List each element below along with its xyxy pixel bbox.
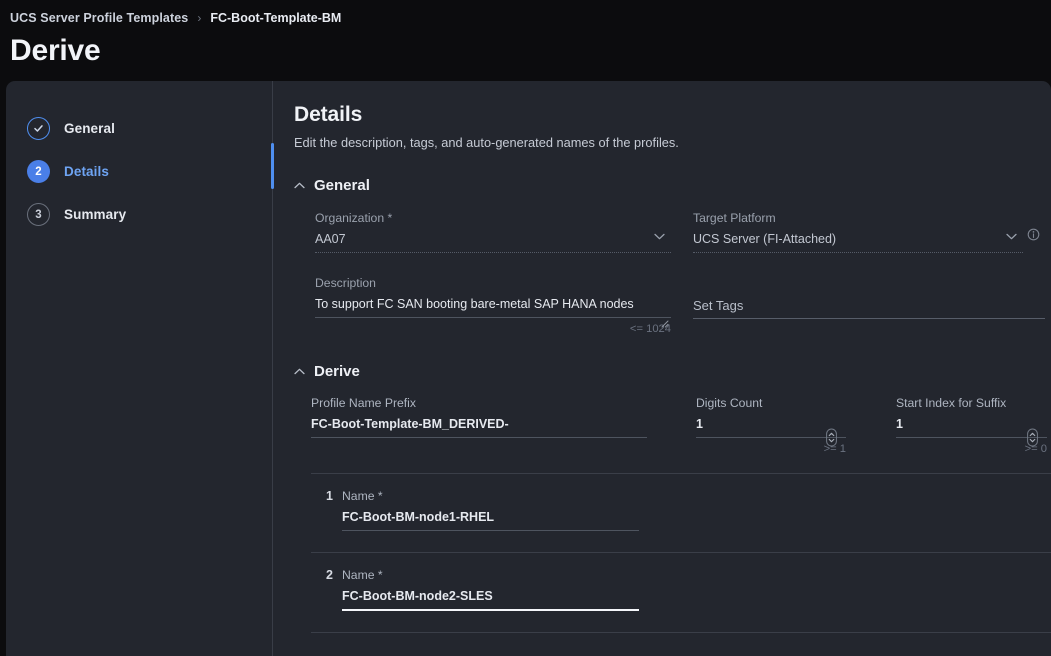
- profile-name-prefix-underline: [311, 437, 647, 438]
- chevron-right-icon: ›: [197, 11, 202, 25]
- profile-name-row: 2 Name * FC-Boot-BM-node2-SLES: [311, 553, 1051, 611]
- set-tags-underline: [693, 318, 1045, 319]
- wizard-step-label-general: General: [64, 121, 115, 136]
- description-underline: [315, 317, 671, 318]
- organization-label: Organization *: [315, 211, 393, 225]
- digits-count-field[interactable]: Digits Count 1 >= 1: [696, 395, 846, 456]
- breadcrumb-parent-link[interactable]: UCS Server Profile Templates: [10, 11, 188, 25]
- start-index-value: 1: [896, 417, 903, 431]
- details-subtitle: Edit the description, tags, and auto-gen…: [294, 135, 679, 150]
- profile-name-label: Name *: [342, 489, 383, 503]
- set-tags-field[interactable]: Set Tags: [693, 275, 1045, 336]
- wizard-steps-sidebar: General 2 Details 3 Summary: [6, 81, 274, 656]
- profile-name-value: FC-Boot-BM-node2-SLES: [342, 589, 493, 603]
- step-number-badge-2: 2: [27, 160, 50, 183]
- profile-name-row: 1 Name * FC-Boot-BM-node1-RHEL: [311, 474, 1051, 531]
- wizard-step-label-details: Details: [64, 164, 109, 179]
- info-icon[interactable]: [1027, 228, 1040, 246]
- organization-field[interactable]: Organization * AA07: [315, 210, 671, 253]
- description-label: Description: [315, 276, 376, 290]
- number-stepper-icon[interactable]: [1026, 428, 1039, 452]
- description-value: To support FC SAN booting bare-metal SAP…: [315, 297, 634, 311]
- description-field[interactable]: Description To support FC SAN booting ba…: [315, 275, 671, 336]
- derive-section-toggle[interactable]: Derive: [294, 362, 1051, 380]
- profile-name-prefix-label: Profile Name Prefix: [311, 396, 416, 410]
- chevron-up-icon: [294, 176, 305, 194]
- target-platform-underline: [693, 252, 1023, 253]
- resize-handle-icon[interactable]: [659, 315, 669, 333]
- target-platform-value: UCS Server (FI-Attached): [693, 232, 837, 246]
- start-index-hint: >= 0: [1024, 443, 1047, 455]
- page-header: UCS Server Profile Templates › FC-Boot-T…: [0, 0, 1051, 72]
- page-title: Derive: [10, 34, 101, 67]
- start-index-field[interactable]: Start Index for Suffix 1 >= 0: [896, 395, 1047, 456]
- details-pane: Details Edit the description, tags, and …: [273, 81, 1051, 656]
- chevron-down-icon[interactable]: [654, 227, 665, 245]
- profile-row-divider: [311, 632, 1051, 633]
- profile-name-prefix-field[interactable]: Profile Name Prefix FC-Boot-Template-BM_…: [311, 395, 647, 456]
- general-section-toggle[interactable]: General: [294, 176, 1051, 194]
- step-complete-check-icon: [27, 117, 50, 140]
- profile-name-value: FC-Boot-BM-node1-RHEL: [342, 510, 495, 524]
- general-section-title: General: [314, 176, 370, 194]
- set-tags-placeholder: Set Tags: [693, 298, 744, 313]
- step-number-badge-3: 3: [27, 203, 50, 226]
- wizard-step-general[interactable]: General: [6, 107, 273, 150]
- digits-count-underline: [696, 437, 846, 438]
- details-title: Details: [294, 103, 363, 126]
- target-platform-label: Target Platform: [693, 211, 776, 225]
- chevron-up-icon: [294, 362, 305, 380]
- profile-row-index: 1: [326, 489, 333, 503]
- digits-count-hint: >= 1: [823, 443, 846, 455]
- wizard-step-details[interactable]: 2 Details: [6, 150, 273, 193]
- profile-name-prefix-value: FC-Boot-Template-BM_DERIVED-: [311, 417, 509, 431]
- target-platform-field[interactable]: Target Platform UCS Server (FI-Attached): [693, 210, 1040, 253]
- wizard-card: General 2 Details 3 Summary Details Edit…: [6, 81, 1051, 656]
- profile-row-index: 2: [326, 568, 333, 582]
- organization-value: AA07: [315, 232, 346, 246]
- number-stepper-icon[interactable]: [825, 428, 838, 452]
- profile-name-underline: [342, 530, 639, 531]
- start-index-label: Start Index for Suffix: [896, 396, 1007, 410]
- digits-count-label: Digits Count: [696, 396, 763, 410]
- breadcrumb-current[interactable]: FC-Boot-Template-BM: [210, 11, 341, 25]
- wizard-step-label-summary: Summary: [64, 207, 127, 222]
- organization-underline: [315, 252, 671, 253]
- profile-name-field-1[interactable]: Name * FC-Boot-BM-node1-RHEL: [342, 488, 639, 531]
- profile-name-label: Name *: [342, 568, 383, 582]
- profile-name-field-2[interactable]: Name * FC-Boot-BM-node2-SLES: [342, 567, 639, 611]
- chevron-down-icon[interactable]: [1006, 227, 1017, 245]
- description-char-hint: <= 1024: [629, 323, 671, 335]
- breadcrumb: UCS Server Profile Templates › FC-Boot-T…: [10, 9, 1051, 27]
- derive-section-title: Derive: [314, 362, 360, 380]
- profile-name-underline-focused: [342, 609, 639, 611]
- start-index-underline: [896, 437, 1047, 438]
- digits-count-value: 1: [696, 417, 703, 431]
- wizard-step-summary[interactable]: 3 Summary: [6, 193, 273, 236]
